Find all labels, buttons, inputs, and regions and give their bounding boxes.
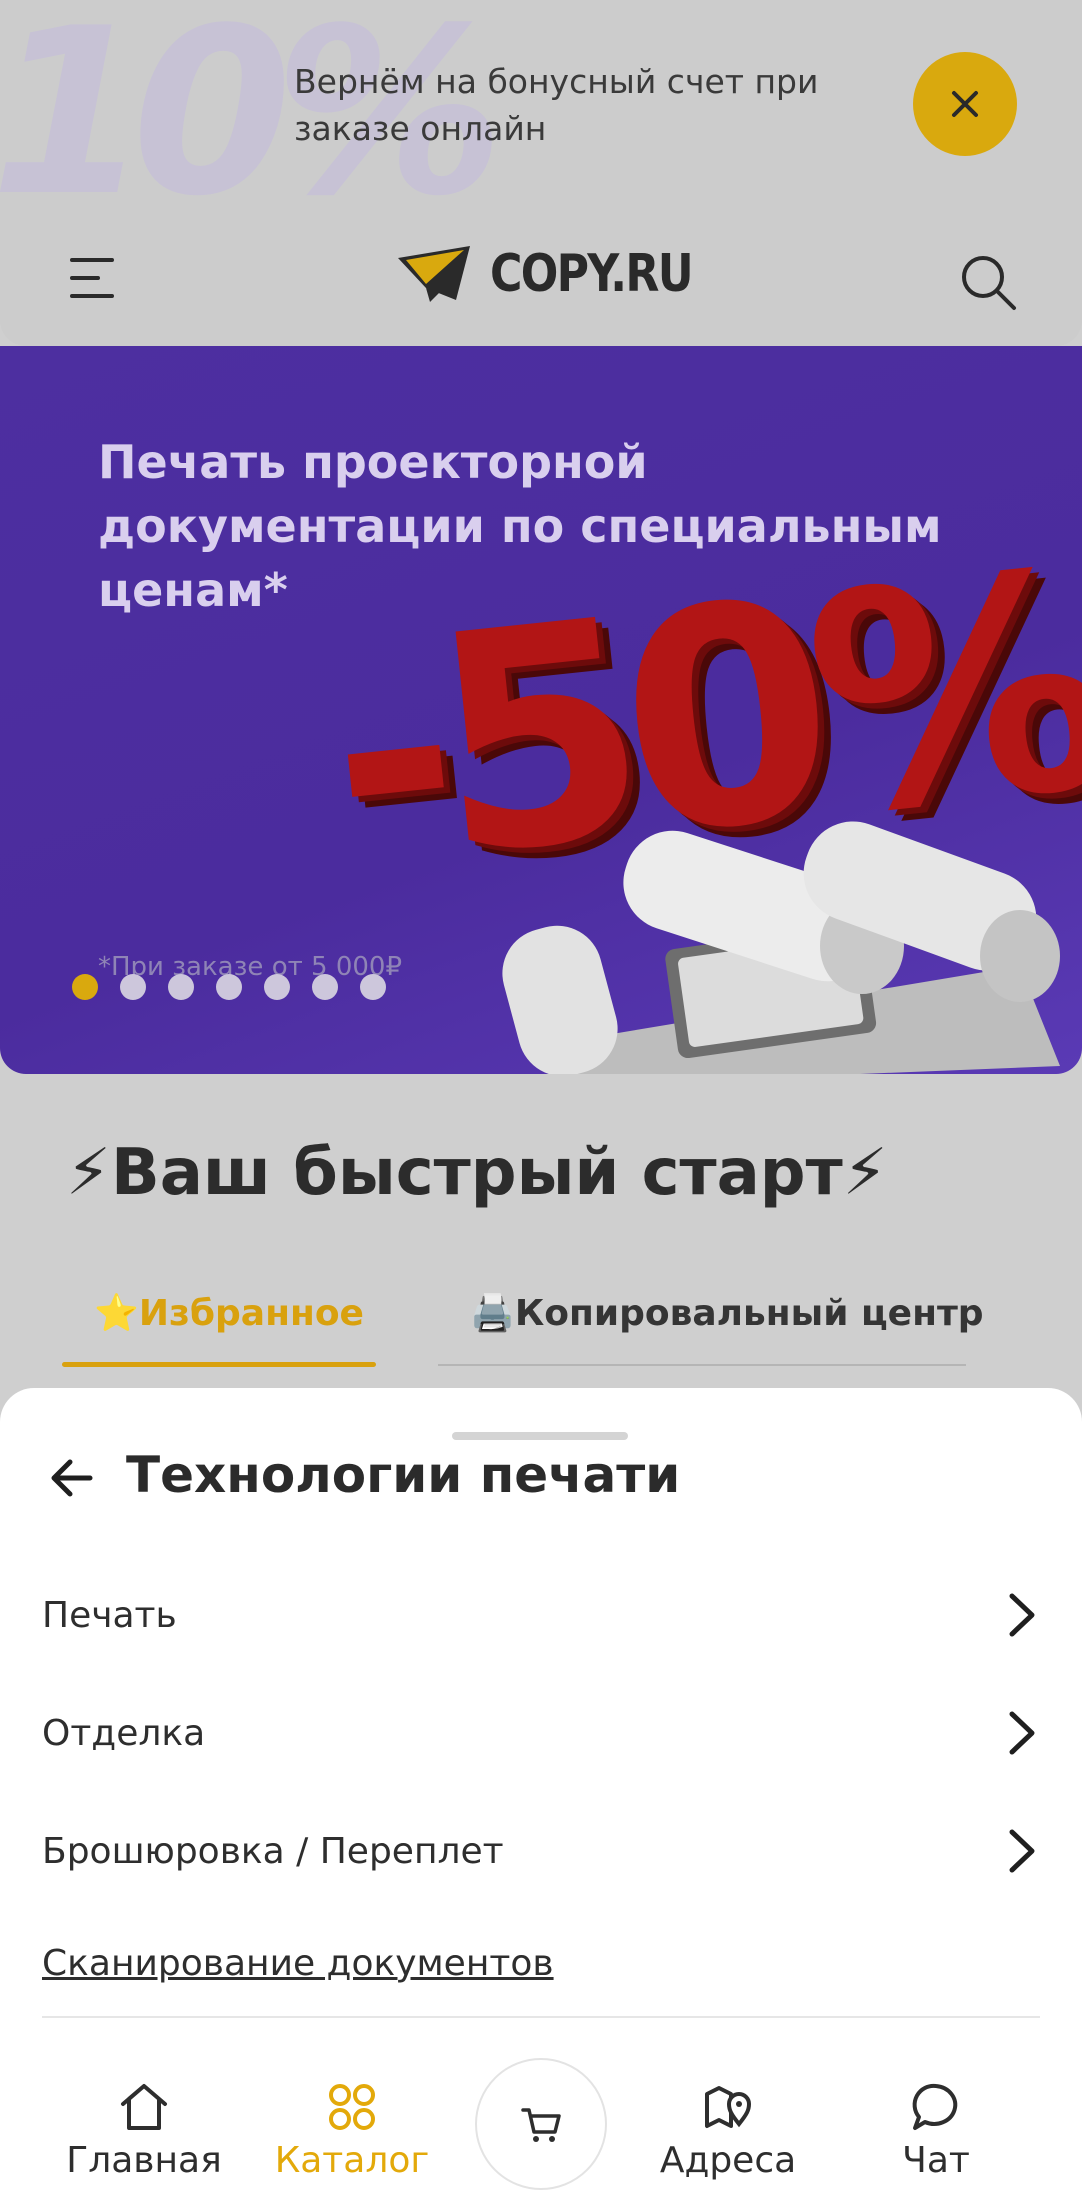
menu-item-finishing[interactable]: Отделка [42, 1688, 1040, 1778]
nav-addresses[interactable]: Адреса [638, 2080, 818, 2181]
menu-item-label: Печать [42, 1594, 177, 1636]
tab-favorites[interactable]: ⭐Избранное [94, 1292, 364, 1334]
nav-home[interactable]: Главная [54, 2080, 234, 2181]
menu-item-printing[interactable]: Печать [42, 1570, 1040, 1660]
site-header: COPY.RU [0, 210, 1082, 346]
cart-button[interactable] [475, 2058, 607, 2190]
promo-text: Вернём на бонусный счет при заказе онлай… [294, 62, 819, 148]
close-icon [952, 91, 978, 117]
blueprint-rolls-image [502, 821, 1060, 1074]
home-icon [121, 2084, 167, 2130]
carousel-dot[interactable] [264, 974, 290, 1000]
menu-item-label: Отделка [42, 1712, 206, 1754]
carousel-dot[interactable] [120, 974, 146, 1000]
chat-icon [912, 2083, 958, 2130]
promo-bar[interactable]: 10% Вернём на бонусный счет при заказе о… [0, 0, 1082, 210]
chevron-right-icon [1009, 1829, 1035, 1873]
carousel-dot[interactable] [168, 974, 194, 1000]
tab-copy-center[interactable]: 🖨️Копировальный центр [470, 1292, 984, 1334]
catalog-icon [329, 2084, 375, 2130]
logo[interactable]: COPY.RU [396, 244, 728, 304]
arrow-left-icon[interactable] [46, 1452, 98, 1504]
sheet-drag-handle[interactable] [452, 1432, 628, 1440]
sheet-title: Технологии печати [126, 1446, 681, 1504]
divider [42, 2016, 1040, 2018]
chevron-right-icon [1009, 1593, 1035, 1637]
carousel-dot[interactable] [312, 974, 338, 1000]
logo-text: COPY.RU [490, 244, 694, 304]
nav-label: Каталог [274, 2140, 430, 2181]
carousel-dot[interactable] [216, 974, 242, 1000]
quick-start-title: ⚡Ваш быстрый старт⚡ [66, 1136, 888, 1210]
hamburger-menu-icon[interactable] [70, 256, 118, 300]
chevron-right-icon [1009, 1711, 1035, 1755]
menu-item-label: Сканирование документов [42, 1942, 554, 1984]
tab-underline [438, 1364, 966, 1366]
promo-banner-carousel[interactable]: Печать проекторной документации по специ… [0, 346, 1082, 1074]
carousel-pagination [72, 974, 386, 1000]
search-icon[interactable] [958, 252, 1018, 312]
carousel-dot[interactable] [360, 974, 386, 1000]
paper-plane-logo-icon [398, 246, 470, 302]
carousel-dot[interactable] [72, 974, 98, 1000]
cart-icon [521, 2108, 561, 2142]
nav-catalog[interactable]: Каталог [262, 2080, 442, 2181]
menu-item-label: Брошюровка / Переплет [42, 1830, 504, 1872]
promo-close-button[interactable] [913, 52, 1017, 156]
nav-label: Адреса [659, 2140, 797, 2181]
menu-item-binding[interactable]: Брошюровка / Переплет [42, 1806, 1040, 1896]
nav-label: Чат [902, 2140, 970, 2181]
menu-item-scanning[interactable]: Сканирование документов [42, 1918, 1040, 2008]
nav-label: Главная [66, 2140, 222, 2181]
map-pin-icon [705, 2086, 752, 2128]
nav-chat[interactable]: Чат [846, 2080, 1026, 2181]
active-tab-indicator [62, 1362, 376, 1367]
